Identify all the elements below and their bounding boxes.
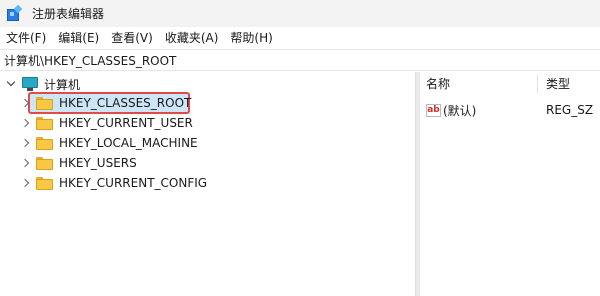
tree-node-label: HKEY_CLASSES_ROOT bbox=[59, 96, 192, 110]
menu-view[interactable]: 查看(V) bbox=[105, 27, 159, 49]
column-header-type[interactable]: 类型 bbox=[546, 72, 570, 96]
column-separator[interactable] bbox=[537, 74, 538, 94]
window-title: 注册表编辑器 bbox=[32, 7, 105, 21]
tree-node-label: HKEY_CURRENT_USER bbox=[59, 116, 193, 130]
chevron-right-icon[interactable] bbox=[22, 138, 32, 148]
tree-node-label: HKEY_USERS bbox=[59, 156, 137, 170]
folder-icon bbox=[36, 96, 53, 110]
menu-help[interactable]: 帮助(H) bbox=[224, 27, 278, 49]
address-path[interactable]: 计算机\HKEY_CLASSES_ROOT bbox=[4, 52, 176, 69]
chevron-right-icon[interactable] bbox=[22, 118, 32, 128]
tree-node-hkey-classes-root[interactable]: HKEY_CLASSES_ROOT bbox=[22, 93, 191, 113]
folder-icon bbox=[36, 116, 53, 130]
tree-node-hkey-local-machine[interactable]: HKEY_LOCAL_MACHINE bbox=[22, 133, 198, 153]
menu-favorites[interactable]: 收藏夹(A) bbox=[159, 27, 225, 49]
chevron-down-icon[interactable] bbox=[6, 79, 16, 89]
menu-edit[interactable]: 编辑(E) bbox=[52, 27, 105, 49]
folder-icon bbox=[36, 176, 53, 190]
address-bar[interactable]: 计算机\HKEY_CLASSES_ROOT bbox=[0, 49, 600, 71]
menu-file[interactable]: 文件(F) bbox=[0, 27, 52, 49]
title-bar: 注册表编辑器 bbox=[0, 0, 600, 27]
value-name: (默认) bbox=[443, 103, 477, 118]
folder-icon bbox=[36, 156, 53, 170]
column-header-name[interactable]: 名称 bbox=[426, 72, 450, 96]
tree-node-hkey-current-user[interactable]: HKEY_CURRENT_USER bbox=[22, 113, 193, 133]
chevron-right-icon[interactable] bbox=[22, 178, 32, 188]
value-type: REG_SZ bbox=[546, 103, 594, 117]
tree-node-label: 计算机 bbox=[44, 77, 81, 92]
folder-icon bbox=[36, 136, 53, 150]
tree-node-hkey-current-config[interactable]: HKEY_CURRENT_CONFIG bbox=[22, 173, 207, 193]
tree-node-label: HKEY_LOCAL_MACHINE bbox=[59, 136, 198, 150]
tree-node-hkey-users[interactable]: HKEY_USERS bbox=[22, 153, 137, 173]
registry-editor-app-icon bbox=[6, 4, 23, 22]
string-value-icon: ab bbox=[426, 103, 441, 117]
value-row[interactable]: ab (默认) bbox=[426, 100, 476, 120]
chevron-right-icon[interactable] bbox=[22, 98, 32, 108]
computer-icon bbox=[22, 77, 38, 91]
menu-bar: 文件(F) 编辑(E) 查看(V) 收藏夹(A) 帮助(H) bbox=[0, 27, 600, 49]
tree-node-label: HKEY_CURRENT_CONFIG bbox=[59, 176, 208, 190]
tree-node-computer[interactable]: 计算机 bbox=[6, 74, 80, 94]
chevron-right-icon[interactable] bbox=[22, 158, 32, 168]
values-pane: 名称 类型 ab (默认) REG_SZ bbox=[420, 72, 600, 296]
